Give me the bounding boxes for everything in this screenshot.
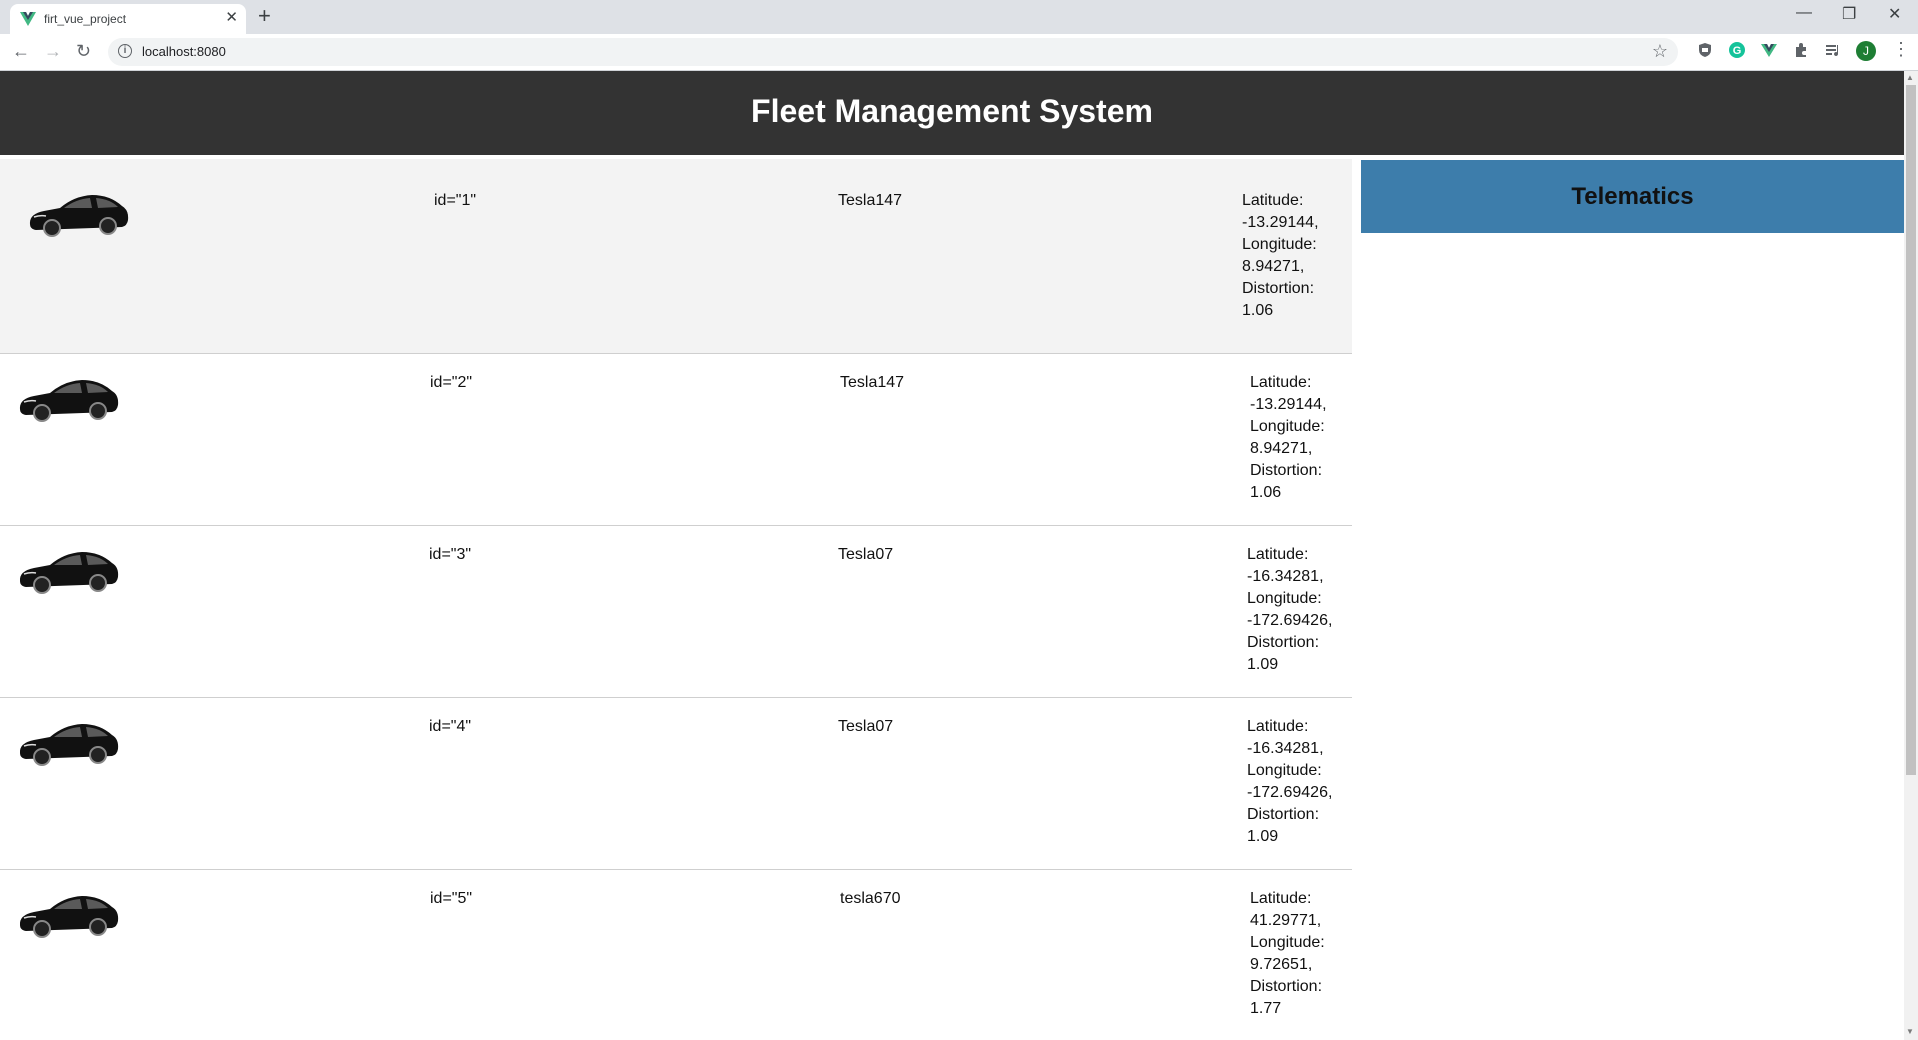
svg-text:G: G (1733, 45, 1742, 57)
distortion-value: 1.77 (1250, 1000, 1282, 1017)
vehicle-id: id="5" (430, 890, 473, 907)
page-viewport: Fleet Management System id="1" Tesla147 … (0, 71, 1904, 1040)
longitude-value: 8.94271, (1250, 440, 1313, 457)
vehicle-row[interactable]: id="2" Tesla147 Latitude: -13.29144, Lon… (0, 354, 1352, 526)
vehicle-name: Tesla07 (838, 546, 894, 563)
car-icon (19, 552, 119, 594)
info-icon[interactable]: i (118, 44, 132, 58)
browser-tab[interactable]: firt_vue_project ✕ (10, 4, 246, 34)
car-icon (19, 380, 119, 422)
longitude-value: -172.69426, (1247, 612, 1333, 629)
latitude-label: Latitude: (1247, 718, 1309, 735)
forward-icon[interactable]: → (44, 40, 62, 62)
car-icon (19, 896, 119, 938)
longitude-value: -172.69426, (1247, 784, 1333, 801)
distortion-value: 1.09 (1247, 656, 1279, 673)
vehicle-location: Latitude: -16.34281, Longitude: -172.694… (1247, 716, 1332, 848)
tab-title: firt_vue_project (44, 12, 127, 26)
latitude-label: Latitude: (1242, 192, 1304, 209)
page-title: Fleet Management System (751, 93, 1153, 129)
vehicle-row[interactable]: id="3" Tesla07 Latitude: -16.34281, Long… (0, 526, 1352, 698)
vehicle-row[interactable]: id="5" tesla670 Latitude: 41.29771, Long… (0, 870, 1352, 1040)
back-icon[interactable]: ← (12, 40, 30, 62)
scroll-down-arrow-icon[interactable]: ▼ (1906, 1027, 1914, 1036)
restore-icon[interactable]: ❐ (1842, 4, 1856, 24)
vehicle-id: id="3" (429, 546, 472, 563)
scrollbar-thumb[interactable] (1906, 85, 1916, 775)
telematics-panel-header: Telematics (1361, 160, 1904, 233)
profile-avatar[interactable]: J (1856, 41, 1876, 61)
vehicle-id: id="2" (430, 374, 473, 391)
browser-menu-icon[interactable]: ⋮ (1892, 39, 1910, 60)
longitude-label: Longitude: (1247, 762, 1322, 779)
distortion-value: 1.09 (1247, 828, 1279, 845)
vue-devtools-icon[interactable] (1760, 41, 1778, 59)
reload-icon[interactable]: ↻ (76, 40, 91, 62)
extensions-puzzle-icon[interactable] (1792, 41, 1810, 59)
vue-logo-icon (20, 12, 36, 26)
close-window-icon[interactable]: ✕ (1888, 4, 1901, 24)
distortion-label: Distortion: (1250, 462, 1323, 479)
close-tab-icon[interactable]: ✕ (225, 9, 238, 27)
vehicle-location: Latitude: -13.29144, Longitude: 8.94271,… (1250, 372, 1327, 504)
distortion-label: Distortion: (1250, 978, 1323, 995)
minimize-icon[interactable]: — (1796, 4, 1812, 22)
vehicle-name: Tesla07 (838, 718, 894, 735)
car-icon (19, 724, 119, 766)
latitude-value: -16.34281, (1247, 740, 1324, 757)
vehicle-name: tesla670 (840, 890, 901, 907)
latitude-value: -13.29144, (1242, 214, 1319, 231)
longitude-label: Longitude: (1242, 236, 1317, 253)
latitude-value: -16.34281, (1247, 568, 1324, 585)
longitude-label: Longitude: (1250, 418, 1325, 435)
latitude-value: -13.29144, (1250, 396, 1327, 413)
url-text: localhost:8080 (142, 44, 226, 59)
vehicle-location: Latitude: -13.29144, Longitude: 8.94271,… (1242, 190, 1319, 322)
vehicle-row[interactable]: id="4" Tesla07 Latitude: -16.34281, Long… (0, 698, 1352, 870)
latitude-value: 41.29771, (1250, 912, 1322, 929)
vehicle-id: id="4" (429, 718, 472, 735)
longitude-label: Longitude: (1247, 590, 1322, 607)
latitude-label: Latitude: (1250, 890, 1312, 907)
distortion-label: Distortion: (1247, 634, 1320, 651)
latitude-label: Latitude: (1247, 546, 1309, 563)
longitude-value: 9.72651, (1250, 956, 1313, 973)
browser-toolbar: ← → ↻ i localhost:8080 ☆ G J ⋮ (0, 34, 1918, 71)
vehicle-location: Latitude: 41.29771, Longitude: 9.72651, … (1250, 888, 1325, 1020)
vehicle-id: id="1" (434, 192, 477, 209)
vehicle-list: id="1" Tesla147 Latitude: -13.29144, Lon… (0, 159, 1352, 1040)
latitude-label: Latitude: (1250, 374, 1312, 391)
longitude-value: 8.94271, (1242, 258, 1305, 275)
telematics-title: Telematics (1571, 183, 1694, 210)
distortion-label: Distortion: (1242, 280, 1315, 297)
app-header: Fleet Management System (0, 71, 1904, 155)
address-bar[interactable]: i localhost:8080 ☆ (108, 38, 1678, 66)
vehicle-row[interactable]: id="1" Tesla147 Latitude: -13.29144, Lon… (0, 159, 1352, 354)
page-scrollbar[interactable]: ▲ ▼ (1904, 71, 1918, 1040)
bookmark-star-icon[interactable]: ☆ (1652, 41, 1668, 62)
shield-extension-icon[interactable] (1696, 41, 1714, 59)
grammarly-icon[interactable]: G (1728, 41, 1746, 59)
scroll-up-arrow-icon[interactable]: ▲ (1906, 73, 1914, 82)
media-queue-icon[interactable] (1824, 41, 1842, 59)
vehicle-name: Tesla147 (838, 192, 903, 209)
distortion-label: Distortion: (1247, 806, 1320, 823)
browser-tabstrip: firt_vue_project ✕ + — ❐ ✕ (0, 0, 1918, 34)
new-tab-button[interactable]: + (258, 4, 271, 28)
vehicle-name: Tesla147 (840, 374, 905, 391)
longitude-label: Longitude: (1250, 934, 1325, 951)
car-icon (29, 195, 129, 237)
distortion-value: 1.06 (1250, 484, 1282, 501)
vehicle-location: Latitude: -16.34281, Longitude: -172.694… (1247, 544, 1332, 676)
distortion-value: 1.06 (1242, 302, 1274, 319)
